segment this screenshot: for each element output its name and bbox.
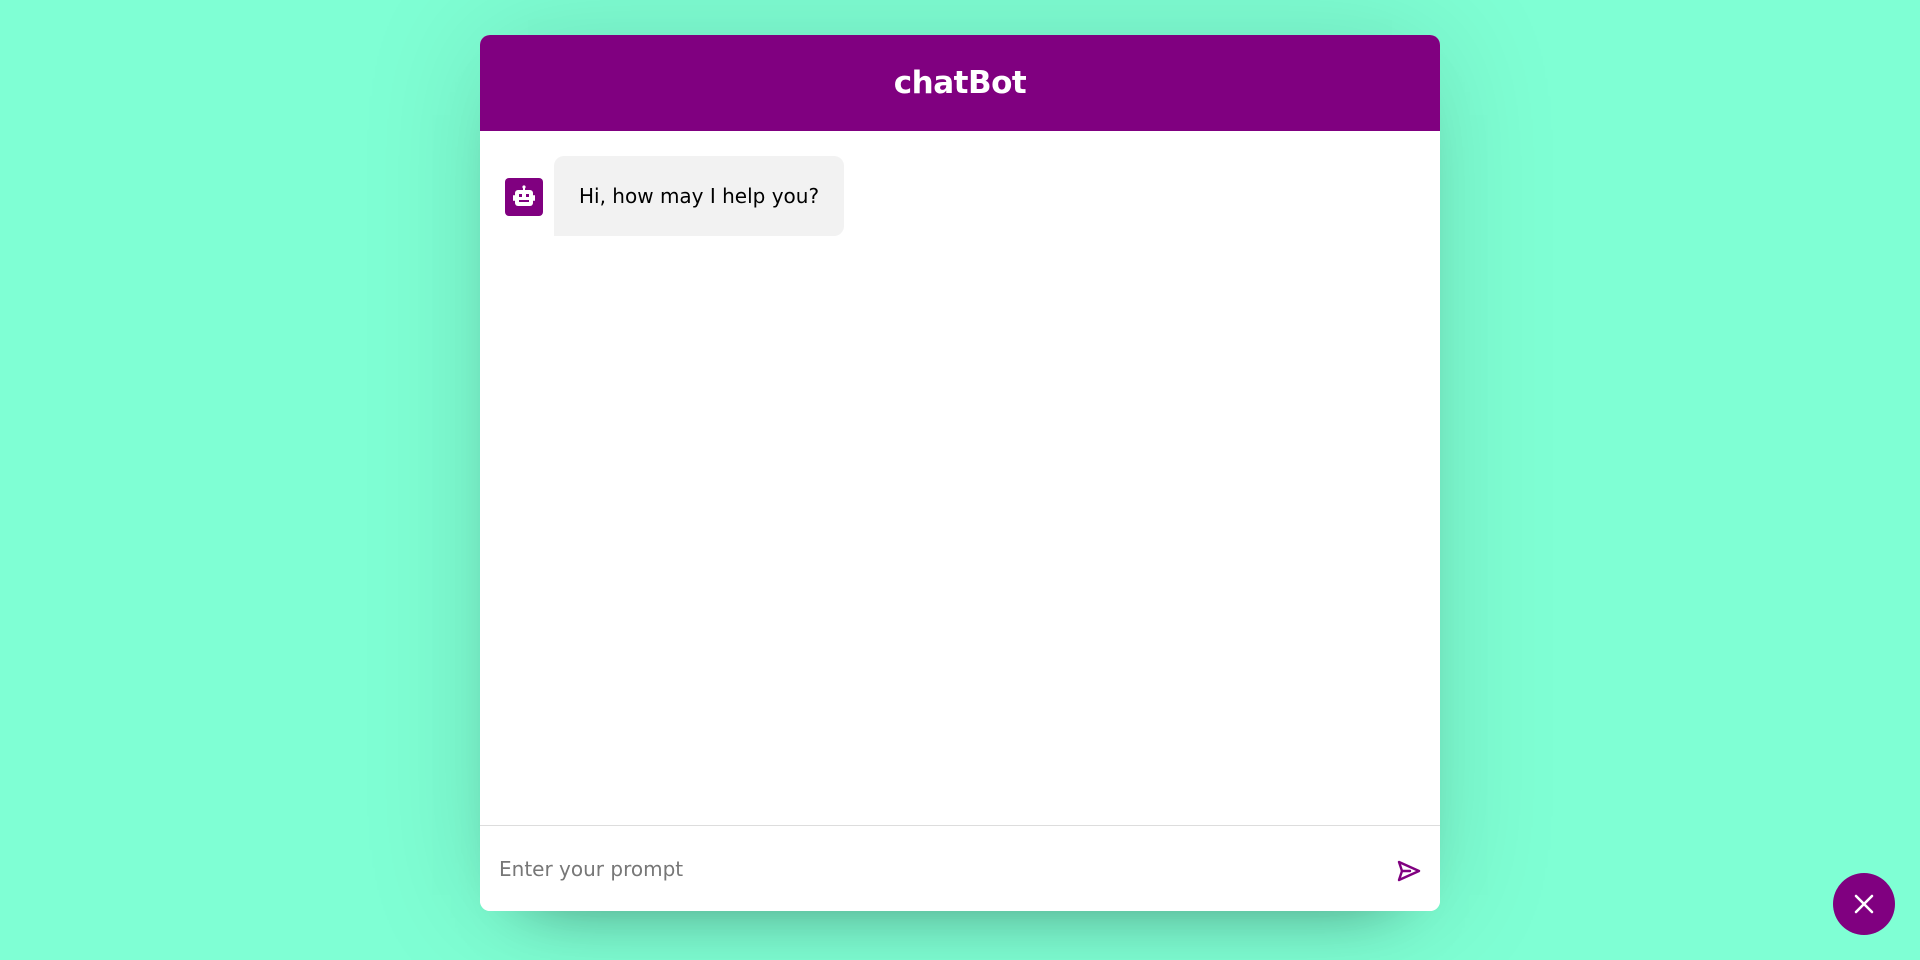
prompt-input[interactable] xyxy=(499,838,1393,899)
chatbot-toggle-button[interactable] xyxy=(1833,873,1895,935)
chatbot-title: chatBot xyxy=(893,65,1027,101)
chatbot-header: chatBot xyxy=(480,35,1440,131)
message-text: Hi, how may I help you? xyxy=(554,156,845,236)
robot-icon xyxy=(505,178,543,216)
chat-messages[interactable]: Hi, how may I help you? xyxy=(480,131,1440,825)
chatbot-window: chatBot Hi, how may I help you? xyxy=(480,35,1440,911)
close-icon xyxy=(1853,893,1875,915)
incoming-message: Hi, how may I help you? xyxy=(505,156,1415,236)
chat-input-bar xyxy=(480,825,1440,911)
send-icon[interactable] xyxy=(1393,855,1425,887)
